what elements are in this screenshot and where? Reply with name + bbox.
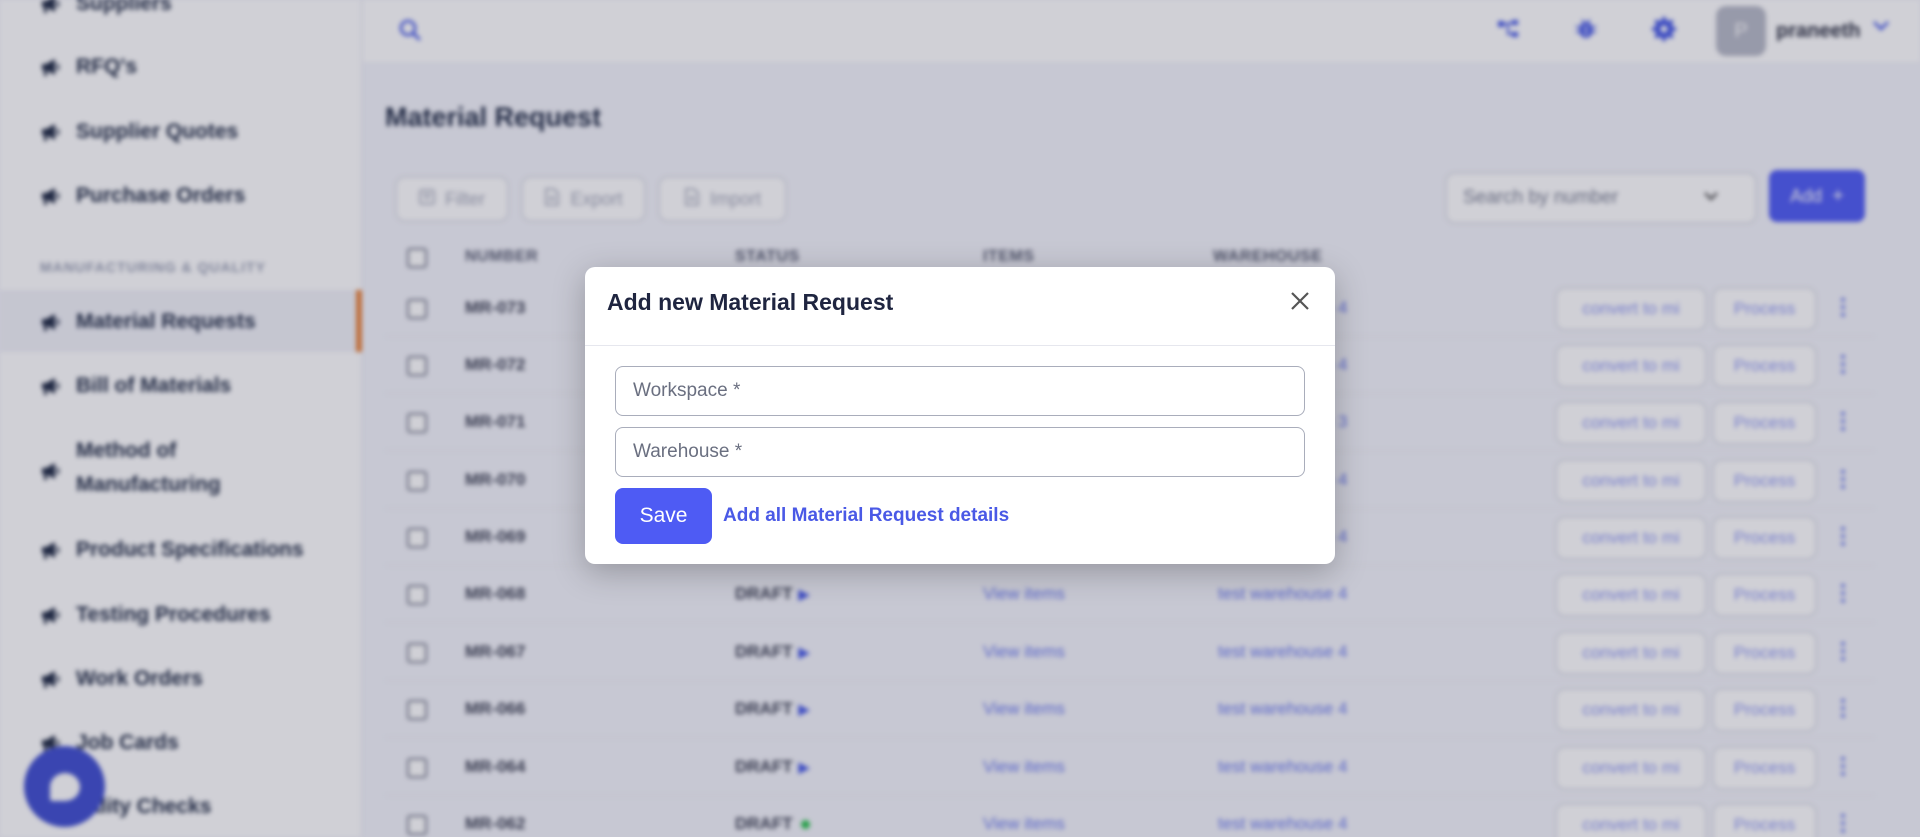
- dialog-title: Add new Material Request: [607, 289, 894, 315]
- save-button[interactable]: Save: [615, 488, 712, 544]
- add-material-request-dialog: Add new Material Request Save Add all Ma…: [585, 267, 1335, 564]
- close-icon[interactable]: [1285, 289, 1315, 319]
- add-all-details-link[interactable]: Add all Material Request details: [723, 505, 1009, 527]
- dialog-header: Add new Material Request: [585, 267, 1335, 346]
- warehouse-field[interactable]: [615, 427, 1305, 477]
- workspace-field[interactable]: [615, 366, 1305, 416]
